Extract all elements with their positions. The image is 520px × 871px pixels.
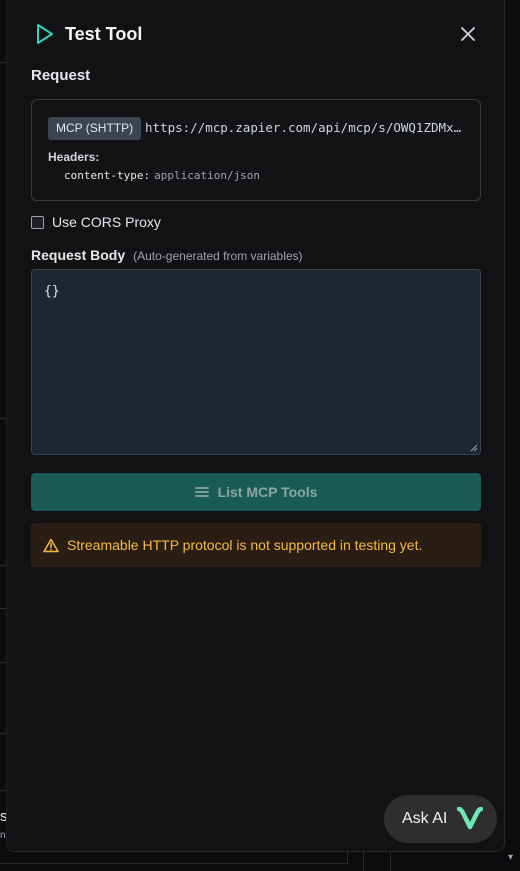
request-body-value: {} xyxy=(44,284,60,299)
chevron-down-icon[interactable]: ▾ xyxy=(508,852,513,863)
background-subtext-fragment: n xyxy=(0,830,6,841)
request-body-hint: (Auto-generated from variables) xyxy=(133,249,303,263)
request-section-label: Request xyxy=(31,67,91,84)
headers-label: Headers: xyxy=(48,150,100,164)
list-mcp-tools-button[interactable]: List MCP Tools xyxy=(31,473,481,511)
v-logo-icon xyxy=(457,807,484,831)
warning-icon xyxy=(43,538,59,553)
dialog-title: Test Tool xyxy=(65,23,143,44)
test-tool-dialog: Test Tool Request MCP (SHTTP) https://mc… xyxy=(6,0,505,852)
dialog-header: Test Tool xyxy=(35,21,480,47)
list-mcp-tools-label: List MCP Tools xyxy=(217,484,318,500)
header-row: content-type: application/json xyxy=(64,169,260,182)
background-divider xyxy=(390,852,391,871)
request-body-label: Request Body xyxy=(31,247,126,263)
request-body-header: Request Body (Auto-generated from variab… xyxy=(31,247,303,263)
cors-proxy-checkbox[interactable] xyxy=(31,215,44,229)
close-icon xyxy=(461,27,475,41)
ask-ai-label: Ask AI xyxy=(402,810,448,827)
cors-proxy-option[interactable]: Use CORS Proxy xyxy=(31,214,161,230)
request-url: https://mcp.zapier.com/api/mcp/s/OWQ1ZDM… xyxy=(145,120,465,135)
request-summary: MCP (SHTTP) https://mcp.zapier.com/api/m… xyxy=(31,99,481,201)
header-key: content-type: xyxy=(64,169,151,182)
play-icon xyxy=(35,23,55,45)
request-body-textarea[interactable]: {} xyxy=(31,269,481,455)
method-badge: MCP (SHTTP) xyxy=(48,117,142,140)
warning-banner: Streamable HTTP protocol is not supporte… xyxy=(31,523,481,567)
resize-grip-icon[interactable] xyxy=(470,444,478,452)
close-button[interactable] xyxy=(456,22,480,46)
header-value: application/json xyxy=(154,169,261,182)
background-divider xyxy=(363,852,364,871)
list-icon xyxy=(194,486,209,498)
warning-text: Streamable HTTP protocol is not supporte… xyxy=(67,537,423,553)
ask-ai-button[interactable]: Ask AI xyxy=(384,795,497,843)
cors-proxy-label[interactable]: Use CORS Proxy xyxy=(52,214,161,230)
